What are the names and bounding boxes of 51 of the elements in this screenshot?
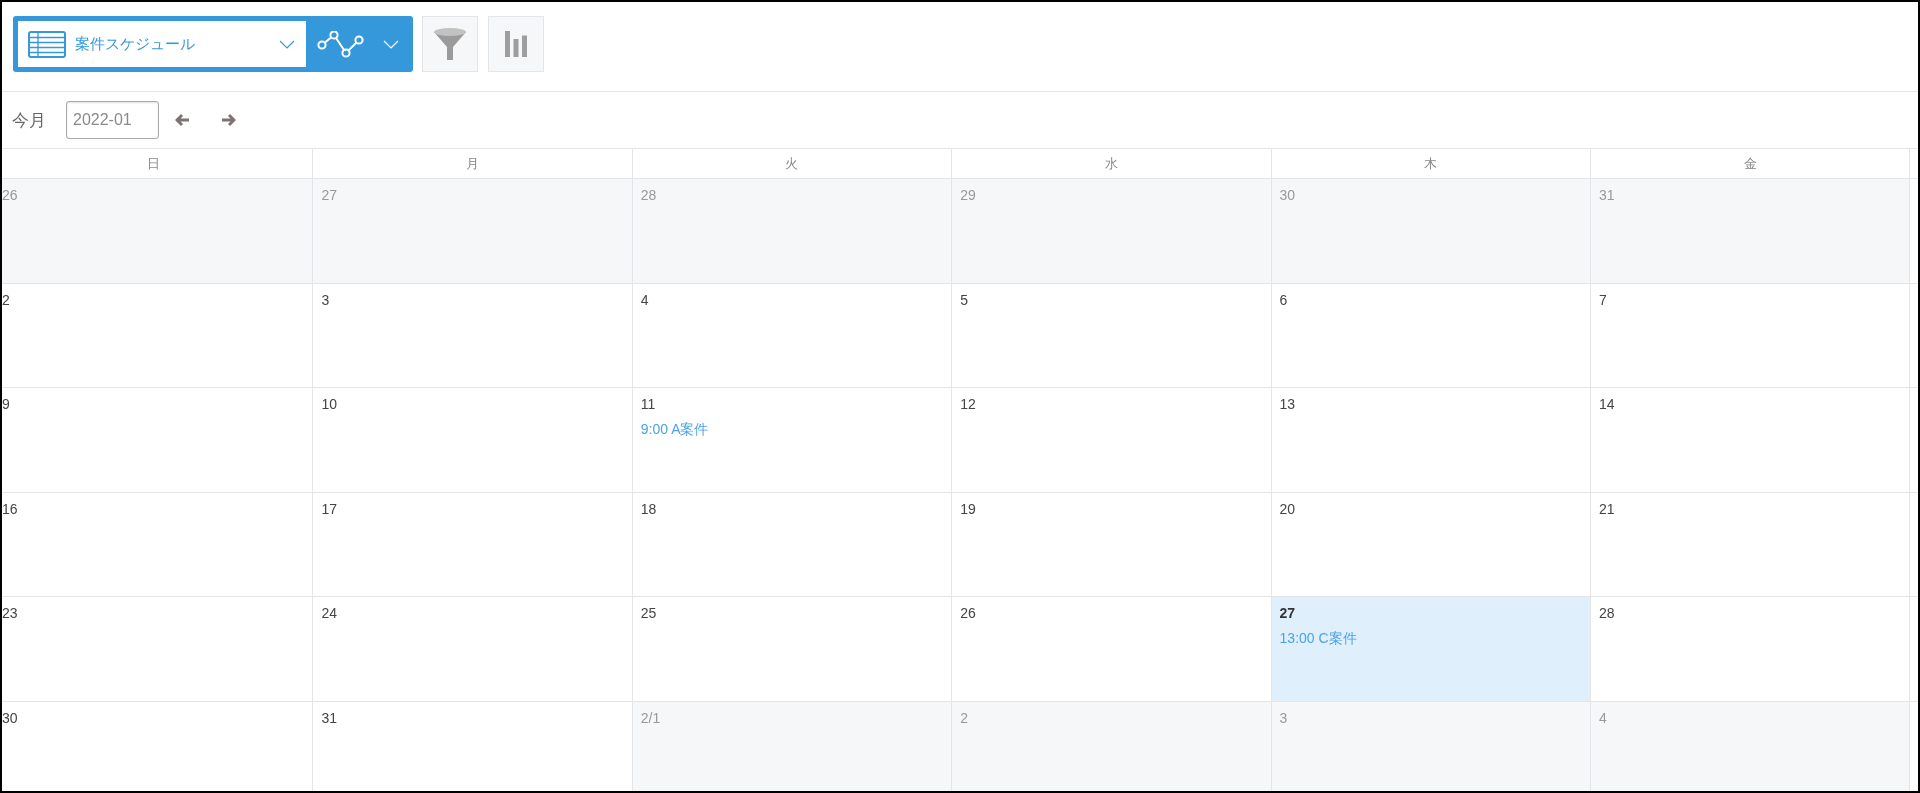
filter-button[interactable] <box>422 16 478 72</box>
day-number: 6 <box>1279 290 1288 309</box>
day-number: 28 <box>1598 604 1615 622</box>
day-number: 4 <box>640 290 649 309</box>
event-link[interactable]: 13:00 C案件 <box>1279 629 1357 647</box>
day-number: 20 <box>1279 499 1296 518</box>
arrow-left-icon <box>175 114 189 126</box>
day-number: 30 <box>1279 186 1296 204</box>
line-chart-icon <box>317 30 364 58</box>
table-icon <box>28 30 66 58</box>
day-number: 12 <box>960 395 976 413</box>
day-number: 7 <box>1598 290 1607 309</box>
day-number: 24 <box>321 604 337 622</box>
day-number: 26 <box>2 186 18 204</box>
day-number: 13 <box>1279 395 1296 413</box>
day-number: 16 <box>2 499 18 518</box>
chart-button[interactable] <box>488 16 544 72</box>
day-number: 3 <box>1279 708 1288 727</box>
view-select[interactable]: 案件スケジュール <box>18 21 306 67</box>
day-number: 4 <box>1598 708 1607 727</box>
event-link[interactable]: 9:00 A案件 <box>640 420 709 438</box>
bar-chart-icon <box>505 31 527 57</box>
day-number: 28 <box>640 186 657 204</box>
day-number: 2 <box>2 290 10 309</box>
day-number: 9 <box>2 395 10 413</box>
caret-icon <box>279 39 295 49</box>
day-number: 3 <box>321 290 330 309</box>
day-number: 23 <box>2 604 18 622</box>
day-number: 27 <box>1279 604 1296 622</box>
day-number: 21 <box>1598 499 1615 518</box>
day-number: 5 <box>960 290 968 309</box>
filter-icon <box>433 27 467 61</box>
day-number: 2/1 <box>640 708 661 727</box>
day-number: 30 <box>2 708 18 727</box>
arrow-right-icon <box>222 114 236 126</box>
caret-icon <box>383 39 399 49</box>
day-number: 27 <box>321 186 337 204</box>
day-number: 10 <box>321 395 337 413</box>
day-number: 18 <box>640 499 657 518</box>
day-number: 26 <box>960 604 976 622</box>
day-number: 11 <box>640 395 656 413</box>
day-number: 19 <box>960 499 976 518</box>
day-number: 29 <box>960 186 976 204</box>
this-month-button[interactable]: 今月 <box>12 108 46 132</box>
day-number: 25 <box>640 604 657 622</box>
day-number: 31 <box>1598 186 1615 204</box>
day-number: 17 <box>321 499 337 518</box>
month-field[interactable]: 2022-01 <box>66 101 159 139</box>
day-number: 2 <box>960 708 968 727</box>
day-number: 14 <box>1598 395 1615 413</box>
day-number: 31 <box>321 708 337 727</box>
